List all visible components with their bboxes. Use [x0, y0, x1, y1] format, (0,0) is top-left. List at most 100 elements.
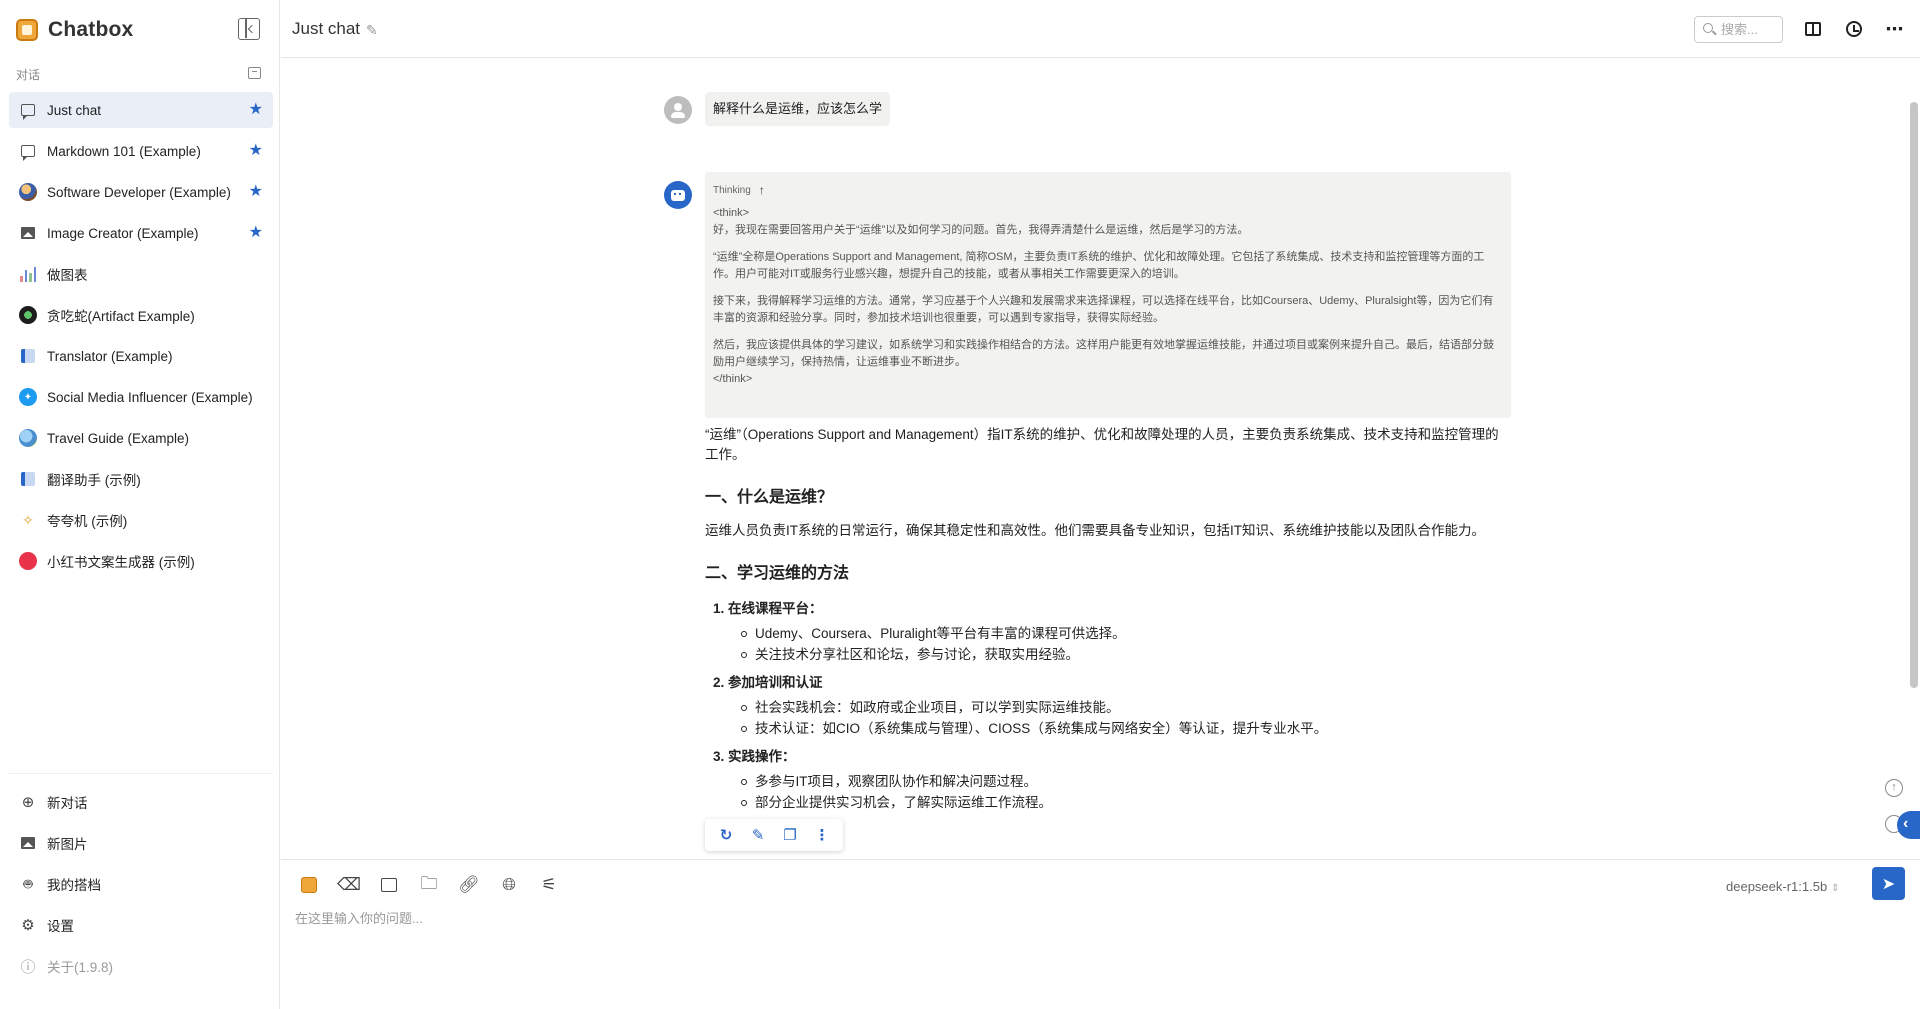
- star-icon[interactable]: ★: [249, 142, 263, 160]
- bullet-list: Udemy、Coursera、Pluralight等平台有丰富的课程可供选择。 …: [739, 623, 1511, 665]
- info-icon: ⓘ: [20, 958, 36, 976]
- session-item-software-developer[interactable]: Software Developer (Example) ★: [9, 174, 273, 210]
- search-placeholder: 搜索...: [1721, 22, 1758, 37]
- session-item-social-media[interactable]: ✦ Social Media Influencer (Example): [9, 379, 273, 415]
- bullet-item: 部分企业提供实习机会，了解实际运维工作流程。: [739, 792, 1511, 813]
- session-item-praise-bot[interactable]: ✧ 夸夸机 (示例): [9, 502, 273, 538]
- star-icon[interactable]: ★: [249, 101, 263, 119]
- attach-image-icon[interactable]: [375, 871, 403, 899]
- session-item-xiaohongshu[interactable]: 小红书文案生成器 (示例): [9, 543, 273, 579]
- session-item-translation-assistant[interactable]: 翻译助手 (示例): [9, 461, 273, 497]
- pencil-icon[interactable]: ✎: [366, 22, 378, 39]
- session-label: 翻译助手 (示例): [47, 473, 141, 488]
- session-label: Social Media Influencer (Example): [47, 389, 253, 405]
- bullet-list: 多参与IT项目，观察团队协作和解决问题过程。 部分企业提供实习机会，了解实际运维…: [739, 771, 1511, 813]
- attach-folder-icon[interactable]: 🗀: [415, 871, 443, 899]
- web-search-globe-icon[interactable]: 🌐︎: [495, 871, 523, 899]
- chat-header: Just chat ✎ 搜索... ⋯: [281, 0, 1920, 58]
- copy-icon[interactable]: ❐: [777, 822, 803, 848]
- star-icon[interactable]: ★: [249, 183, 263, 201]
- copilot-picker-button[interactable]: [295, 871, 323, 899]
- bullet-item: 多参与IT项目，观察团队协作和解决问题过程。: [739, 771, 1511, 792]
- twitter-avatar-icon: ✦: [19, 388, 37, 406]
- toggle-layout-button[interactable]: [1803, 19, 1823, 39]
- scrollbar[interactable]: [1910, 102, 1918, 688]
- session-label: Software Developer (Example): [47, 184, 231, 200]
- message-input[interactable]: [295, 908, 1895, 998]
- thinking-paragraph: 然后，我应该提供具体的学习建议，如系统学习和实践操作相结合的方法。这样用户能更有…: [713, 339, 1494, 368]
- image-add-icon: [19, 834, 37, 852]
- developer-avatar-icon: [19, 183, 37, 201]
- model-selector[interactable]: deepseek-r1:1.5b ⇕: [1726, 879, 1840, 894]
- scroll-to-top-icon[interactable]: ↑: [1885, 779, 1903, 797]
- new-chat-button[interactable]: ⊕ 新对话: [9, 784, 273, 820]
- expand-panel-chevron-icon[interactable]: ‹: [1897, 811, 1920, 839]
- attach-link-icon[interactable]: 🔗︎: [455, 871, 483, 899]
- session-settings-sliders-icon[interactable]: ⚟: [535, 871, 563, 899]
- chat-bubble-icon: [19, 142, 37, 161]
- composer-toolbar: ⌫ 🗀 🔗︎ 🌐︎ ⚟: [295, 871, 563, 899]
- session-label: 贪吃蛇(Artifact Example): [47, 309, 195, 324]
- settings-button[interactable]: ⚙ 设置: [9, 907, 273, 943]
- thinking-block: Thinking ↑ <think> 好，我现在需要回答用户关于“运维”以及如何…: [705, 172, 1511, 418]
- globe-avatar-icon: [19, 429, 37, 447]
- session-item-markdown[interactable]: Markdown 101 (Example) ★: [9, 133, 273, 169]
- send-button[interactable]: ➤: [1872, 867, 1905, 900]
- edit-icon[interactable]: ✎: [745, 822, 771, 848]
- more-vertical-icon[interactable]: ⋮: [809, 822, 835, 848]
- session-label: 小红书文案生成器 (示例): [47, 555, 195, 570]
- model-name: deepseek-r1:1.5b: [1726, 879, 1828, 894]
- list-item-title: 1. 在线课程平台：: [713, 601, 823, 616]
- image-icon: [19, 224, 37, 242]
- bullet-item: 关注技术分享社区和论坛，参与讨论，获取实用经验。: [739, 644, 1511, 665]
- message-actions-toolbar: ↻ ✎ ❐ ⋮: [705, 819, 843, 851]
- answer-heading: 一、什么是运维？: [705, 489, 834, 506]
- xiaohongshu-avatar-icon: [19, 552, 37, 570]
- answer-intro: “运维”（Operations Support and Management）指…: [705, 427, 1499, 462]
- new-chat-label: 新对话: [47, 796, 88, 811]
- app-window: Chatbox 对话 Just chat ★ Markdown 101 (Exa…: [0, 0, 1920, 1009]
- send-icon: ➤: [1881, 875, 1896, 893]
- session-item-travel-guide[interactable]: Travel Guide (Example): [9, 420, 273, 456]
- thinking-label: Thinking: [713, 185, 751, 196]
- search-input[interactable]: 搜索...: [1694, 16, 1783, 43]
- chatbox-logo-icon: [16, 19, 38, 41]
- star-icon[interactable]: ★: [249, 224, 263, 242]
- collapse-sidebar-icon[interactable]: [238, 18, 260, 40]
- thinking-header[interactable]: Thinking ↑: [713, 182, 1503, 199]
- add-circle-icon: ⊕: [21, 794, 35, 811]
- collapse-arrow-icon[interactable]: ↑: [759, 182, 765, 199]
- select-arrows-icon: ⇕: [1831, 883, 1840, 894]
- my-copilots-button[interactable]: 🤖︎ 我的搭档: [9, 866, 273, 902]
- session-item-snake[interactable]: 贪吃蛇(Artifact Example): [9, 297, 273, 333]
- new-image-button[interactable]: 新图片: [9, 825, 273, 861]
- session-item-image-creator[interactable]: Image Creator (Example) ★: [9, 215, 273, 251]
- about-label: 关于(1.9.8): [47, 960, 114, 975]
- session-label: Image Creator (Example): [47, 225, 199, 241]
- think-close-tag: </think>: [713, 373, 753, 385]
- my-copilots-label: 我的搭档: [47, 878, 101, 893]
- chat-title: Just chat: [292, 19, 361, 38]
- session-item-just-chat[interactable]: Just chat ★: [9, 92, 273, 128]
- answer-heading: 二、学习运维的方法: [705, 565, 850, 582]
- app-name: Chatbox: [48, 18, 134, 41]
- session-label: Travel Guide (Example): [47, 430, 190, 446]
- settings-label: 设置: [47, 919, 74, 934]
- session-item-make-chart[interactable]: 做图表: [9, 256, 273, 292]
- history-button[interactable]: [1844, 19, 1864, 39]
- gear-icon: ⚙: [21, 917, 35, 934]
- list-item-title: 2. 参加培训和认证: [713, 675, 823, 690]
- bullet-item: 社会实践机会：如政府或企业项目，可以学到实际运维技能。: [739, 697, 1511, 718]
- bullet-item: Udemy、Coursera、Pluralight等平台有丰富的课程可供选择。: [739, 623, 1511, 644]
- more-options-button[interactable]: ⋯: [1885, 19, 1905, 39]
- regenerate-icon[interactable]: ↻: [713, 822, 739, 848]
- chatbox-logo-icon: [301, 877, 317, 893]
- chart-avatar-icon: [19, 265, 37, 283]
- archive-icon[interactable]: [248, 67, 261, 79]
- bullet-list: 社会实践机会：如政府或企业项目，可以学到实际运维技能。 技术认证：如CIO（系统…: [739, 697, 1511, 739]
- session-item-translator[interactable]: Translator (Example): [9, 338, 273, 374]
- robot-icon: [671, 189, 685, 201]
- clear-context-eraser-icon[interactable]: ⌫: [335, 871, 363, 899]
- about-button[interactable]: ⓘ 关于(1.9.8): [9, 948, 273, 984]
- composer: ⌫ 🗀 🔗︎ 🌐︎ ⚟ deepseek-r1:1.5b ⇕ ➤: [281, 859, 1920, 1009]
